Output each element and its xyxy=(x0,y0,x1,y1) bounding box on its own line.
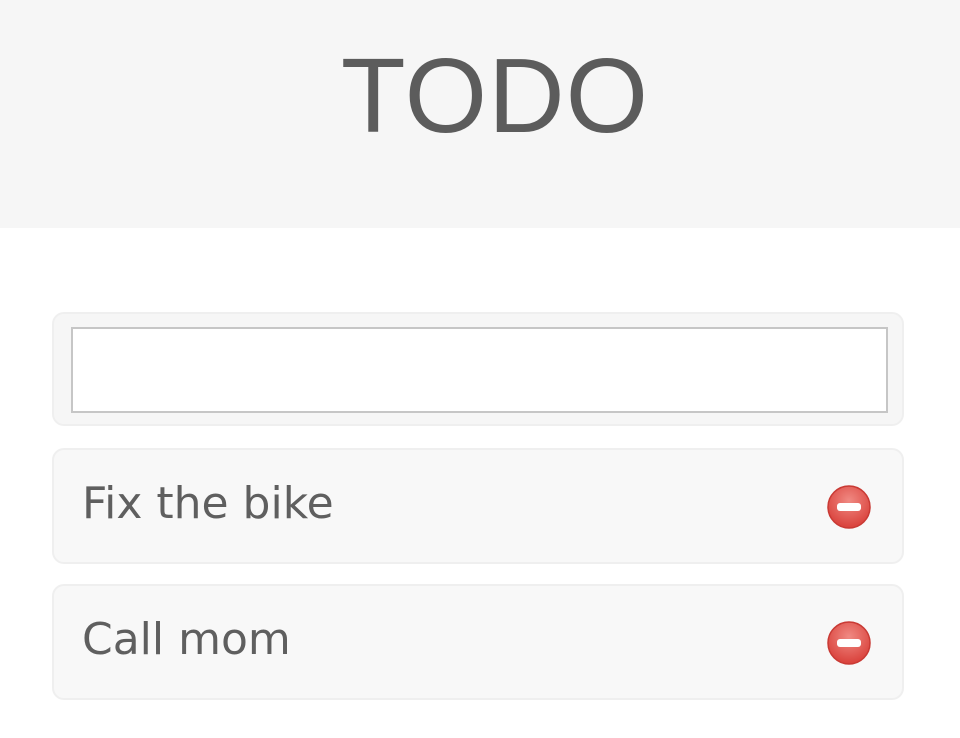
app-header: TODO xyxy=(0,0,960,228)
page-title: TODO xyxy=(340,37,650,155)
todo-item: Call mom xyxy=(52,584,904,700)
new-todo-container xyxy=(52,312,904,426)
todo-item-label: Fix the bike xyxy=(82,478,334,529)
remove-icon[interactable] xyxy=(826,484,872,530)
todo-item-label: Call mom xyxy=(82,614,291,665)
new-todo-input[interactable] xyxy=(71,327,888,413)
todo-item: Fix the bike xyxy=(52,448,904,564)
remove-icon[interactable] xyxy=(826,620,872,666)
